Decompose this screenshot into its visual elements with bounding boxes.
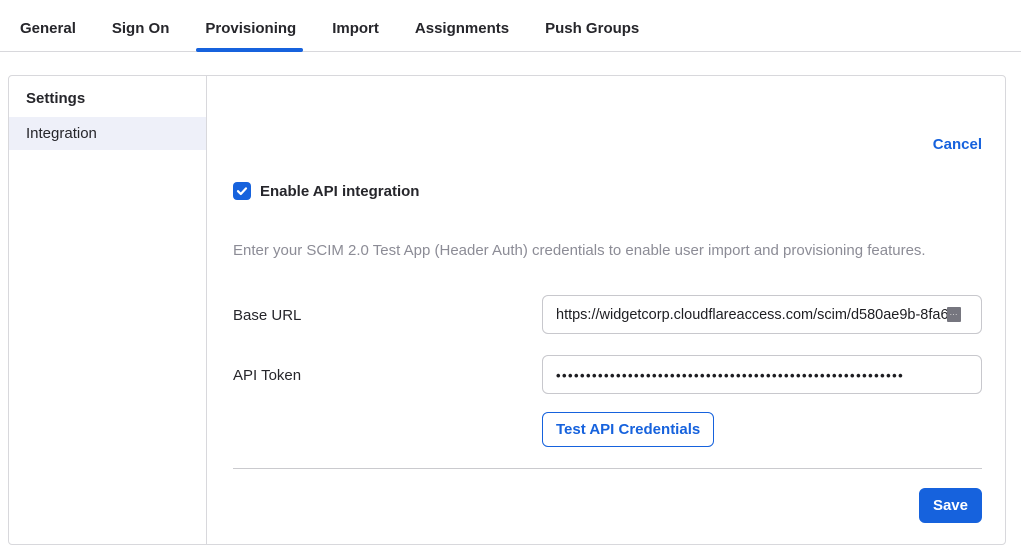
- integration-settings-form: Cancel Enable API integration Enter your…: [207, 76, 1006, 544]
- form-divider: [233, 468, 982, 469]
- cancel-row: Cancel: [233, 136, 982, 154]
- api-token-row: API Token ••••••••••••••••••••••••••••••…: [233, 355, 982, 394]
- enable-api-integration-row: Enable API integration: [233, 182, 982, 200]
- cancel-button[interactable]: Cancel: [933, 136, 982, 153]
- base-url-value: https://widgetcorp.cloudflareaccess.com/…: [556, 307, 949, 323]
- sidebar-heading: Settings: [9, 86, 206, 117]
- enable-api-integration-checkbox[interactable]: [233, 182, 251, 200]
- credentials-description: Enter your SCIM 2.0 Test App (Header Aut…: [233, 242, 982, 259]
- tab-push-groups[interactable]: Push Groups: [545, 18, 639, 51]
- tab-assignments[interactable]: Assignments: [415, 18, 509, 51]
- api-token-input[interactable]: ••••••••••••••••••••••••••••••••••••••••…: [542, 355, 982, 394]
- app-tab-bar: General Sign On Provisioning Import Assi…: [0, 0, 1021, 52]
- text-overflow-marker: ···: [947, 307, 961, 322]
- tab-general[interactable]: General: [20, 18, 76, 51]
- sidebar-item-integration[interactable]: Integration: [9, 117, 206, 150]
- tab-sign-on[interactable]: Sign On: [112, 18, 170, 51]
- settings-sidebar: Settings Integration: [9, 76, 207, 544]
- save-row: Save: [233, 488, 982, 523]
- base-url-label: Base URL: [233, 295, 542, 324]
- test-credentials-row: Test API Credentials: [542, 412, 982, 447]
- tab-provisioning[interactable]: Provisioning: [205, 18, 296, 51]
- check-icon: [236, 185, 248, 197]
- base-url-input[interactable]: https://widgetcorp.cloudflareaccess.com/…: [542, 295, 982, 334]
- tab-import[interactable]: Import: [332, 18, 379, 51]
- base-url-row: Base URL https://widgetcorp.cloudflareac…: [233, 295, 982, 334]
- enable-api-integration-label[interactable]: Enable API integration: [260, 183, 419, 200]
- sidebar-item-label: Integration: [26, 125, 97, 142]
- provisioning-panel: Settings Integration Cancel Enable API i…: [8, 75, 1006, 545]
- save-button[interactable]: Save: [919, 488, 982, 523]
- api-token-value: ••••••••••••••••••••••••••••••••••••••••…: [556, 368, 904, 383]
- api-token-label: API Token: [233, 355, 542, 384]
- test-api-credentials-button[interactable]: Test API Credentials: [542, 412, 714, 447]
